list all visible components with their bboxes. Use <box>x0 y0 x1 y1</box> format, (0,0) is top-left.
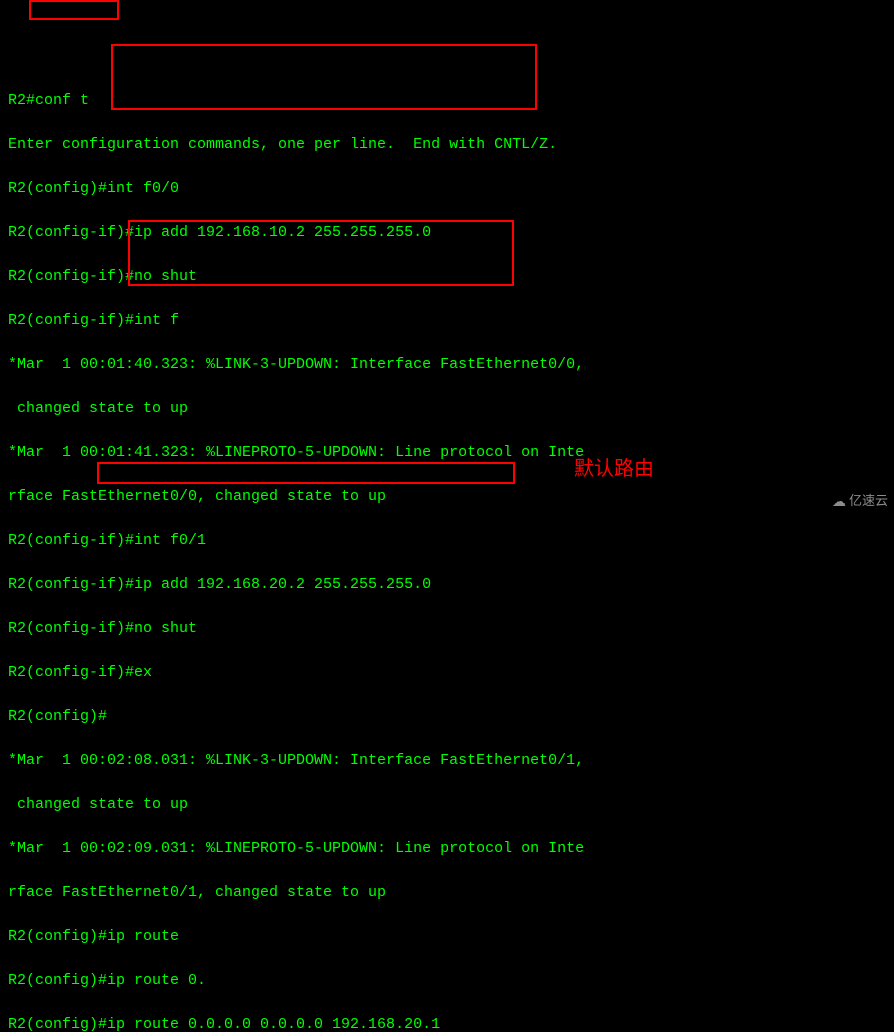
terminal-line: changed state to up <box>8 794 886 816</box>
terminal-line: R2(config-if)#no shut <box>8 266 886 288</box>
terminal-line: R2(config-if)#int f0/1 <box>8 530 886 552</box>
terminal-line: rface FastEthernet0/1, changed state to … <box>8 882 886 904</box>
terminal-line: Enter configuration commands, one per li… <box>8 134 886 156</box>
terminal-line: rface FastEthernet0/0, changed state to … <box>8 486 886 508</box>
annotation-default-route: 默认路由 <box>574 458 654 480</box>
terminal-line: R2(config)#ip route <box>8 926 886 948</box>
terminal-line: changed state to up <box>8 398 886 420</box>
watermark: ☁ 亿速云 <box>832 490 888 512</box>
terminal-line: R2(config)#ip route 0. <box>8 970 886 992</box>
terminal-line: R2(config-if)#ex <box>8 662 886 684</box>
terminal-line: R2(config-if)#no shut <box>8 618 886 640</box>
terminal-line: R2#conf t <box>8 90 886 112</box>
terminal-line: R2(config)# <box>8 706 886 728</box>
terminal-line: *Mar 1 00:02:09.031: %LINEPROTO-5-UPDOWN… <box>8 838 886 860</box>
terminal-line: R2(config-if)#ip add 192.168.20.2 255.25… <box>8 574 886 596</box>
cloud-icon: ☁ <box>832 490 846 512</box>
terminal-line: R2(config)#int f0/0 <box>8 178 886 200</box>
highlight-box-conf-t <box>29 0 119 20</box>
terminal-line: R2(config-if)#int f <box>8 310 886 332</box>
terminal-line: R2(config)#ip route 0.0.0.0 0.0.0.0 192.… <box>8 1014 886 1032</box>
watermark-text: 亿速云 <box>849 490 888 512</box>
terminal-line: *Mar 1 00:01:41.323: %LINEPROTO-5-UPDOWN… <box>8 442 886 464</box>
terminal-line: *Mar 1 00:02:08.031: %LINK-3-UPDOWN: Int… <box>8 750 886 772</box>
terminal-line: *Mar 1 00:01:40.323: %LINK-3-UPDOWN: Int… <box>8 354 886 376</box>
terminal-line: R2(config-if)#ip add 192.168.10.2 255.25… <box>8 222 886 244</box>
highlight-box-ip-route <box>97 462 515 484</box>
